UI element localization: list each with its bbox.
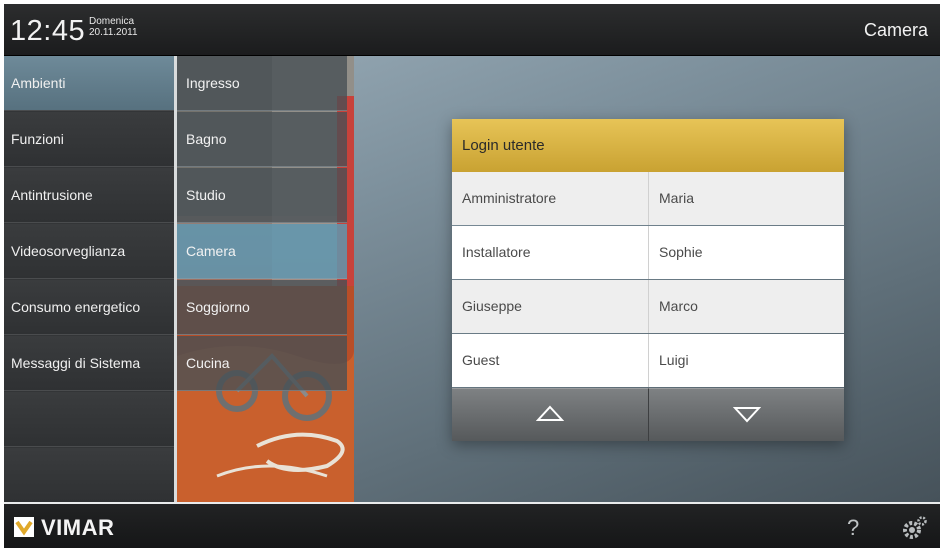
- current-room-title: Camera: [863, 20, 928, 40]
- menu-item-consumo-energetico[interactable]: Consumo energetico: [4, 280, 174, 335]
- room-item-camera[interactable]: Camera: [177, 224, 347, 279]
- room-item-cucina[interactable]: Cucina: [177, 336, 347, 391]
- menu-item-videosorveglianza[interactable]: Videosorveglianza: [4, 224, 174, 279]
- user-luigi[interactable]: Luigi: [648, 334, 844, 387]
- bottom-bar: VIMAR ?: [4, 502, 940, 548]
- room-item-studio[interactable]: Studio: [177, 168, 347, 223]
- date-label: 20.11.2011: [89, 27, 138, 38]
- menu-item-empty: [4, 448, 174, 503]
- scroll-down-button[interactable]: [648, 388, 844, 441]
- room-item-bagno[interactable]: Bagno: [177, 112, 347, 167]
- user-amministratore[interactable]: Amministratore: [452, 172, 648, 225]
- menu-item-ambienti[interactable]: Ambienti: [4, 56, 174, 111]
- scroll-up-button[interactable]: [452, 388, 648, 441]
- menu-item-antintrusione[interactable]: Antintrusione: [4, 168, 174, 223]
- user-maria[interactable]: Maria: [648, 172, 844, 225]
- weekday-label: Domenica: [89, 16, 135, 27]
- menu-item-messaggi-di-sistema[interactable]: Messaggi di Sistema: [4, 336, 174, 391]
- triangle-up-icon: [536, 405, 564, 421]
- main-area: Ambienti Funzioni Antintrusione Videosor…: [4, 56, 940, 503]
- user-guest[interactable]: Guest: [452, 334, 648, 387]
- gear-icon[interactable]: [900, 514, 928, 542]
- triangle-down-icon: [733, 407, 761, 423]
- user-installatore[interactable]: Installatore: [452, 226, 648, 279]
- clock: 12:45: [10, 15, 86, 47]
- vimar-logo-icon: [14, 517, 34, 537]
- date-display: Domenica 20.11.2011: [89, 16, 138, 38]
- brand-name: VIMAR: [41, 515, 115, 540]
- room-item-soggiorno[interactable]: Soggiorno: [177, 280, 347, 335]
- room-list-panel: Ingresso Bagno Studio Camera Soggiorno C…: [177, 56, 354, 502]
- login-title: Login utente: [452, 119, 844, 172]
- menu-item-empty: [4, 392, 174, 447]
- top-bar: 12:45 Domenica 20.11.2011 Camera: [4, 4, 940, 56]
- user-sophie[interactable]: Sophie: [648, 226, 844, 279]
- user-marco[interactable]: Marco: [648, 280, 844, 333]
- room-item-ingresso[interactable]: Ingresso: [177, 56, 347, 111]
- help-button[interactable]: ?: [847, 515, 859, 541]
- login-dialog: Login utente Amministratore Maria Instal…: [452, 119, 844, 441]
- menu-item-funzioni[interactable]: Funzioni: [4, 112, 174, 167]
- user-giuseppe[interactable]: Giuseppe: [452, 280, 648, 333]
- app-window: 12:45 Domenica 20.11.2011 Camera Ambient…: [4, 4, 940, 548]
- main-menu: Ambienti Funzioni Antintrusione Videosor…: [4, 56, 174, 503]
